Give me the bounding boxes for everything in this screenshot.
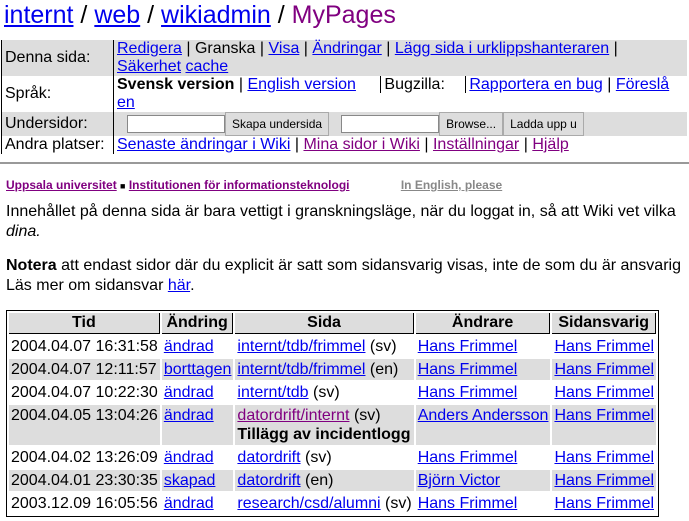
page-link[interactable]: datordrift/internt bbox=[237, 407, 349, 424]
time-cell: 2004.04.01 23:30:35 bbox=[9, 470, 160, 491]
change-note: Tillägg av incidentlogg bbox=[237, 426, 411, 443]
english-please-link[interactable]: In English, please bbox=[401, 178, 502, 192]
change-link[interactable]: skapad bbox=[164, 472, 216, 489]
owner-link[interactable]: Hans Frimmel bbox=[554, 384, 654, 401]
table-row: 2004.04.07 16:31:58 ändrad internt/tdb/f… bbox=[9, 336, 656, 357]
time-cell: 2003.12.09 16:05:56 bbox=[11, 495, 158, 512]
cache-link[interactable]: cache bbox=[186, 58, 229, 75]
help-link[interactable]: Hjälp bbox=[532, 136, 568, 153]
change-link[interactable]: ändrad bbox=[164, 407, 214, 424]
owner-link[interactable]: Hans Frimmel bbox=[554, 361, 654, 378]
owner-link[interactable]: Hans Frimmel bbox=[554, 472, 654, 489]
owner-link[interactable]: Hans Frimmel bbox=[554, 338, 654, 355]
editor-link[interactable]: Hans Frimmel bbox=[418, 495, 518, 512]
report-bug-link[interactable]: Rapportera en bug bbox=[469, 76, 602, 93]
dept-link[interactable]: Institutionen för informationsteknologi bbox=[129, 178, 350, 192]
settings-link[interactable]: Inställningar bbox=[433, 136, 519, 153]
time-cell: 2004.04.05 13:04:26 bbox=[9, 405, 160, 445]
uu-link[interactable]: Uppsala universitet bbox=[6, 178, 117, 192]
table-row: 2003.12.09 16:05:56 ändrad research/csd/… bbox=[9, 493, 656, 514]
table-row: 2004.04.07 12:11:57 borttagen internt/td… bbox=[9, 359, 657, 380]
change-link[interactable]: ändrad bbox=[164, 338, 214, 355]
page-title[interactable]: MyPages bbox=[292, 1, 396, 29]
redigera-link[interactable]: Redigera bbox=[117, 40, 182, 57]
bugzilla-label: Bugzilla: bbox=[380, 76, 445, 93]
lang-tag: (sv) bbox=[353, 407, 381, 424]
time-cell: 2004.04.07 12:11:57 bbox=[9, 359, 160, 380]
svensk-current: Svensk version bbox=[117, 76, 235, 93]
page-link[interactable]: datordrift bbox=[237, 472, 300, 489]
editor-link[interactable]: Hans Frimmel bbox=[418, 384, 518, 401]
har-link[interactable]: här bbox=[168, 277, 190, 294]
crumb-web[interactable]: web bbox=[94, 1, 140, 29]
editor-link[interactable]: Björn Victor bbox=[418, 472, 500, 489]
browse-button[interactable]: Browse... bbox=[439, 112, 504, 136]
visa-link[interactable]: Visa bbox=[269, 40, 300, 57]
change-link[interactable]: ändrad bbox=[164, 384, 214, 401]
col-andrare: Ändrare bbox=[415, 313, 551, 334]
create-subpage-button[interactable]: Skapa undersida bbox=[225, 112, 330, 136]
time-cell: 2004.04.07 16:31:58 bbox=[11, 338, 158, 355]
page-link[interactable]: internt/tdb bbox=[237, 384, 308, 401]
change-link[interactable]: ändrad bbox=[164, 449, 214, 466]
lang-tag: (sv) bbox=[369, 338, 397, 355]
time-cell: 2004.04.02 13:26:09 bbox=[11, 449, 158, 466]
table-row: 2004.04.07 10:22:30 ändrad internt/tdb (… bbox=[9, 382, 656, 403]
sakerhet-link[interactable]: Säkerhet bbox=[117, 58, 181, 75]
divider bbox=[0, 162, 689, 164]
wiki-nav-table: Denna sida: Redigera | Granska | Visa | … bbox=[1, 40, 687, 154]
owner-link[interactable]: Hans Frimmel bbox=[554, 407, 654, 424]
table-row: 2004.04.02 13:26:09 ändrad datordrift (s… bbox=[9, 447, 656, 468]
owner-link[interactable]: Hans Frimmel bbox=[554, 495, 654, 512]
intro-text: Innehållet på denna sida är bara vettigt… bbox=[6, 203, 676, 240]
lang-tag: (en) bbox=[369, 361, 399, 378]
my-pages-link[interactable]: Mina sidor i Wiki bbox=[303, 136, 419, 153]
owner-link[interactable]: Hans Frimmel bbox=[554, 449, 654, 466]
subpage-name-input[interactable] bbox=[127, 115, 225, 133]
crumb-internt[interactable]: internt bbox=[4, 1, 73, 29]
editor-link[interactable]: Hans Frimmel bbox=[418, 449, 518, 466]
change-link[interactable]: borttagen bbox=[164, 361, 232, 378]
lang-tag: (en) bbox=[305, 472, 334, 489]
upload-file-input[interactable] bbox=[341, 115, 440, 133]
clipboard-link[interactable]: Lägg sida i urklippshanteraren bbox=[395, 40, 609, 57]
org-links: Uppsala universitet ■ Institutionen för … bbox=[6, 178, 503, 192]
lang-tag: (sv) bbox=[305, 449, 332, 466]
granska-current: Granska bbox=[194, 40, 256, 57]
english-version-link[interactable]: English version bbox=[247, 76, 356, 93]
col-andring: Ändring bbox=[161, 313, 234, 334]
upload-button[interactable]: Ladda upp u bbox=[503, 112, 584, 136]
lang-tag: (sv) bbox=[313, 384, 340, 401]
page-link[interactable]: datordrift bbox=[237, 449, 300, 466]
change-link[interactable]: ändrad bbox=[164, 495, 214, 512]
col-tid: Tid bbox=[9, 313, 160, 334]
col-sida: Sida bbox=[235, 313, 414, 334]
breadcrumb: internt / web / wikiadmin / MyPages bbox=[4, 1, 396, 29]
table-row: 2004.04.01 23:30:35 skapad datordrift (e… bbox=[9, 470, 657, 491]
page-link[interactable]: internt/tdb/frimmel bbox=[237, 361, 365, 378]
editor-link[interactable]: Hans Frimmel bbox=[418, 361, 518, 378]
andra-platser-label: Andra platser: bbox=[1, 136, 114, 154]
crumb-wikiadmin[interactable]: wikiadmin bbox=[161, 1, 271, 29]
sprak-label: Språk: bbox=[1, 76, 114, 112]
recent-changes-link[interactable]: Senaste ändringar i Wiki bbox=[117, 136, 290, 153]
changes-table: Tid Ändring Sida Ändrare Sidansvarig 200… bbox=[6, 310, 660, 517]
col-sidansvarig: Sidansvarig bbox=[552, 313, 657, 334]
denna-sida-label: Denna sida: bbox=[1, 40, 114, 76]
lang-tag: (sv) bbox=[385, 495, 412, 512]
andringar-link[interactable]: Ändringar bbox=[312, 40, 381, 57]
table-row: 2004.04.05 13:04:26 ändrad datordrift/in… bbox=[9, 405, 657, 445]
editor-link[interactable]: Hans Frimmel bbox=[418, 338, 518, 355]
note-text: Notera att endast sidor där du explicit … bbox=[6, 257, 681, 294]
editor-link[interactable]: Anders Andersson bbox=[418, 407, 549, 424]
time-cell: 2004.04.07 10:22:30 bbox=[11, 384, 158, 401]
undersidor-label: Undersidor: bbox=[1, 112, 114, 136]
page-link[interactable]: research/csd/alumni bbox=[237, 495, 380, 512]
page-link[interactable]: internt/tdb/frimmel bbox=[237, 338, 365, 355]
